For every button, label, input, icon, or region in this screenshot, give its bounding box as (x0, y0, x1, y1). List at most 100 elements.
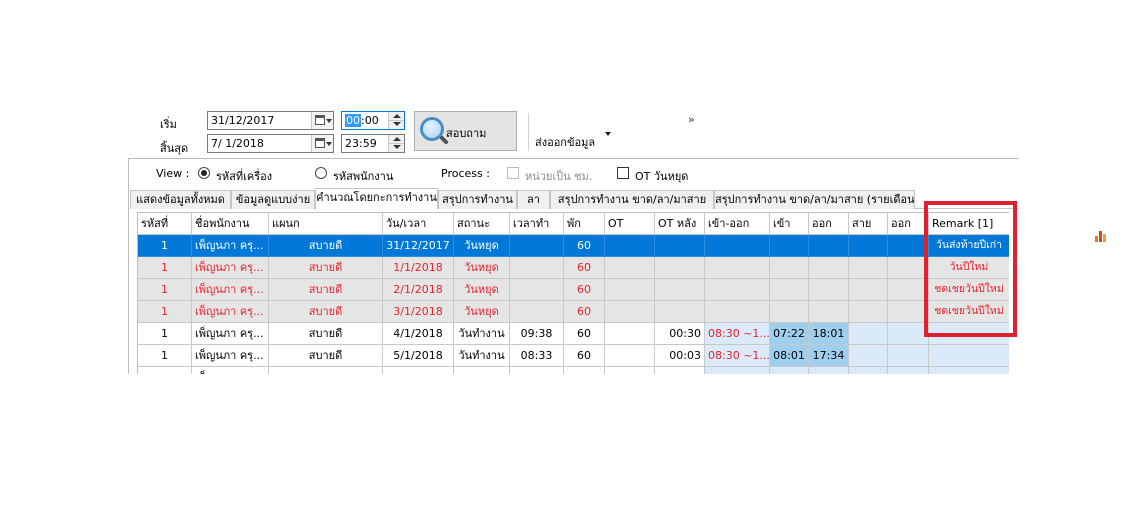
col-header-shift[interactable]: เข้า-ออก (705, 213, 770, 235)
cell-work-time[interactable] (510, 367, 564, 374)
ot-holiday-checkbox[interactable] (617, 167, 629, 179)
cell-date[interactable]: 5/1/2018 (383, 345, 454, 367)
table-row[interactable]: เพ็ (138, 367, 1009, 374)
start-date-picker[interactable]: 31/12/2017 (207, 111, 334, 130)
cell-emp-code[interactable] (138, 367, 192, 374)
cell-late[interactable] (849, 345, 888, 367)
cell-date[interactable] (383, 367, 454, 374)
table-row[interactable]: 1 เพ็ญนภา ครุ... สบายดี 31/12/2017 วันหยุด 60… (138, 235, 1009, 257)
cell-emp-name[interactable]: เพ็ญนภา ครุ... (192, 345, 269, 367)
cell-time-in[interactable]: 08:01 (770, 345, 809, 367)
ot-holiday-label[interactable]: OT วันหยุด (635, 167, 688, 185)
cell-date[interactable]: 2/1/2018 (383, 279, 454, 301)
end-time-spinner[interactable] (388, 135, 404, 152)
cell-early-out[interactable] (888, 279, 929, 301)
cell-work-time[interactable] (510, 257, 564, 279)
cell-break[interactable]: 60 (564, 279, 605, 301)
cell-late[interactable] (849, 367, 888, 374)
cell-work-time[interactable] (510, 235, 564, 257)
cell-emp-name[interactable]: เพ็ญนภา ครุ... (192, 279, 269, 301)
cell-emp-code[interactable]: 1 (138, 301, 192, 323)
cell-work-time[interactable]: 09:38 (510, 323, 564, 345)
cell-ot-after[interactable]: 00:30 (655, 323, 705, 345)
cell-early-out[interactable] (888, 345, 929, 367)
cell-time-out[interactable] (809, 235, 849, 257)
col-header-time-in[interactable]: เข้า (770, 213, 809, 235)
cell-department[interactable] (269, 367, 383, 374)
cell-ot[interactable] (605, 257, 655, 279)
col-header-department[interactable]: แผนก (269, 213, 383, 235)
cell-time-out[interactable] (809, 301, 849, 323)
table-row[interactable]: 1 เพ็ญนภา ครุ... สบายดี 5/1/2018 วันทำงาน 08:… (138, 345, 1009, 367)
col-header-time-out[interactable]: ออก (809, 213, 849, 235)
tab-leave[interactable]: ลา (517, 190, 550, 209)
cell-emp-name[interactable]: เพ็ญนภา ครุ... (192, 323, 269, 345)
cell-shift[interactable] (705, 257, 770, 279)
radio-employee-code[interactable] (315, 167, 327, 179)
col-header-work-time[interactable]: เวลาทำ (510, 213, 564, 235)
cell-status[interactable]: วันหยุด (454, 257, 510, 279)
cell-time-in[interactable] (770, 367, 809, 374)
cell-remark[interactable] (929, 345, 1009, 367)
cell-status[interactable]: วันทำงาน (454, 345, 510, 367)
cell-time-in[interactable] (770, 279, 809, 301)
cell-break[interactable]: 60 (564, 301, 605, 323)
cell-status[interactable]: วันหยุด (454, 301, 510, 323)
search-button[interactable]: สอบถาม (414, 111, 517, 151)
col-header-emp-code[interactable]: รหัสที่ (138, 213, 192, 235)
cell-status[interactable]: วันหยุด (454, 279, 510, 301)
cell-shift[interactable] (705, 367, 770, 374)
cell-late[interactable] (849, 323, 888, 345)
cell-ot[interactable] (605, 235, 655, 257)
col-header-ot[interactable]: OT (605, 213, 655, 235)
cell-emp-name[interactable]: เพ็ญนภา ครุ... (192, 301, 269, 323)
radio-machine-code-label[interactable]: รหัสที่เครื่อง (216, 167, 272, 185)
toolbar-overflow-button[interactable]: » (688, 113, 695, 126)
cell-work-time[interactable] (510, 279, 564, 301)
cell-emp-name[interactable]: เพ็ญนภา ครุ... (192, 257, 269, 279)
cell-ot[interactable] (605, 301, 655, 323)
cell-status[interactable]: วันหยุด (454, 235, 510, 257)
cell-date[interactable]: 4/1/2018 (383, 323, 454, 345)
calendar-dropdown-icon[interactable] (311, 135, 333, 152)
cell-time-out[interactable] (809, 257, 849, 279)
table-row[interactable]: 1 เพ็ญนภา ครุ... สบายดี 4/1/2018 วันทำงาน 09:… (138, 323, 1009, 345)
cell-late[interactable] (849, 257, 888, 279)
end-time-input[interactable]: 23:59 (341, 134, 405, 153)
cell-time-in[interactable]: 07:22 (770, 323, 809, 345)
cell-time-out[interactable]: 17:34 (809, 345, 849, 367)
cell-shift[interactable]: 08:30 ~1... (705, 323, 770, 345)
table-row[interactable]: 1 เพ็ญนภา ครุ... สบายดี 3/1/2018 วันหยุด 60 ชด… (138, 301, 1009, 323)
cell-late[interactable] (849, 279, 888, 301)
cell-time-in[interactable] (770, 257, 809, 279)
end-date-picker[interactable]: 7/ 1/2018 (207, 134, 334, 153)
cell-department[interactable]: สบายดี (269, 235, 383, 257)
cell-shift[interactable]: 08:30 ~1... (705, 345, 770, 367)
cell-early-out[interactable] (888, 235, 929, 257)
col-header-emp-name[interactable]: ชื่อพนักงาน (192, 213, 269, 235)
cell-department[interactable]: สบายดี (269, 345, 383, 367)
calendar-dropdown-icon[interactable] (311, 112, 333, 129)
cell-ot-after[interactable] (655, 367, 705, 374)
col-header-break[interactable]: พัก (564, 213, 605, 235)
cell-date[interactable]: 31/12/2017 (383, 235, 454, 257)
cell-date[interactable]: 1/1/2018 (383, 257, 454, 279)
cell-ot-after[interactable]: 00:03 (655, 345, 705, 367)
col-header-status[interactable]: สถานะ (454, 213, 510, 235)
cell-shift[interactable] (705, 301, 770, 323)
cell-time-out[interactable]: 18:01 (809, 323, 849, 345)
cell-ot-after[interactable] (655, 301, 705, 323)
cell-break[interactable]: 60 (564, 235, 605, 257)
tab-absence-summary-monthly[interactable]: สรุปการทำงาน ขาด/ลา/มาสาย (รายเดือน) (714, 190, 915, 209)
cell-ot[interactable] (605, 367, 655, 374)
cell-time-in[interactable] (770, 235, 809, 257)
cell-early-out[interactable] (888, 301, 929, 323)
cell-ot-after[interactable] (655, 279, 705, 301)
cell-ot-after[interactable] (655, 257, 705, 279)
tab-absence-summary[interactable]: สรุปการทำงาน ขาด/ลา/มาสาย (550, 190, 714, 209)
col-header-ot-after[interactable]: OT หลัง (655, 213, 705, 235)
cell-ot-after[interactable] (655, 235, 705, 257)
radio-machine-code[interactable] (198, 167, 210, 179)
cell-shift[interactable] (705, 279, 770, 301)
cell-break[interactable]: 60 (564, 345, 605, 367)
